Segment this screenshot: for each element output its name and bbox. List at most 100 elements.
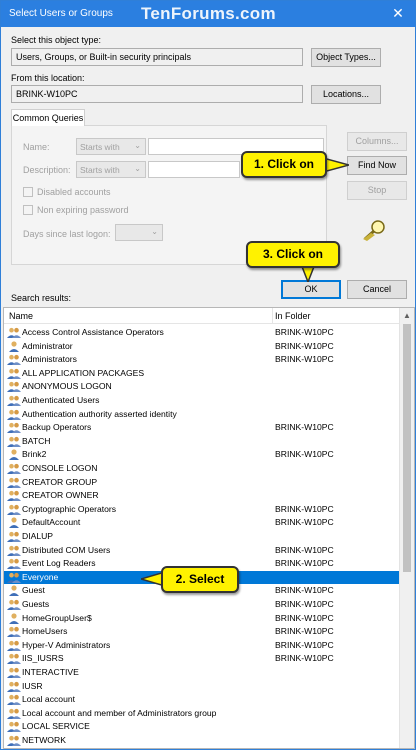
stop-button[interactable]: Stop <box>347 181 407 200</box>
list-item[interactable]: Backup Operators BRINK-W10PC <box>4 421 400 435</box>
row-name: BATCH <box>22 435 51 446</box>
days-since-logon-label: Days since last logon: <box>23 229 111 239</box>
list-item[interactable]: IUSR <box>4 680 400 694</box>
list-item[interactable]: DIALUP <box>4 530 400 544</box>
group-icon <box>7 721 21 733</box>
user-icon <box>7 340 21 352</box>
list-item[interactable]: Local account and member of Administrato… <box>4 707 400 721</box>
non-expiring-password-checkbox[interactable] <box>23 205 33 215</box>
list-item[interactable]: Cryptographic Operators BRINK-W10PC <box>4 503 400 517</box>
list-item[interactable]: Administrator BRINK-W10PC <box>4 340 400 354</box>
group-icon <box>7 531 21 542</box>
location-label: From this location: <box>11 73 85 83</box>
days-since-logon-select[interactable]: ⌄ <box>115 224 163 241</box>
list-item[interactable]: ALL APPLICATION PACKAGES <box>4 367 400 381</box>
description-input[interactable] <box>148 161 240 178</box>
row-name: LOCAL SERVICE <box>22 721 90 732</box>
callout-step2: 2. Select <box>161 566 239 593</box>
list-item[interactable]: DefaultAccount BRINK-W10PC <box>4 516 400 530</box>
find-now-button[interactable]: Find Now <box>347 156 407 175</box>
scrollbar-thumb[interactable] <box>403 324 411 572</box>
list-item[interactable]: Hyper-V Administrators BRINK-W10PC <box>4 639 400 653</box>
list-item[interactable]: INTERACTIVE <box>4 666 400 680</box>
list-item[interactable]: Authentication authority asserted identi… <box>4 408 400 422</box>
column-header-name[interactable]: Name <box>9 311 33 321</box>
group-icon <box>7 490 21 502</box>
list-item[interactable]: ANONYMOUS LOGON <box>4 380 400 394</box>
column-header-folder[interactable]: In Folder <box>275 311 311 321</box>
description-mode-select[interactable]: Starts with ⌄ <box>76 161 146 178</box>
chevron-down-icon: ⌄ <box>151 227 158 236</box>
list-item[interactable]: Guests BRINK-W10PC <box>4 598 400 612</box>
select-users-dialog: Select Users or Groups TenForums.com ✕ S… <box>0 0 416 750</box>
row-name: Authentication authority asserted identi… <box>22 408 177 419</box>
group-icon <box>7 599 21 610</box>
row-name: Local account <box>22 694 76 705</box>
group-icon <box>7 708 21 719</box>
group-icon <box>7 626 21 638</box>
row-name: DIALUP <box>22 531 54 541</box>
group-icon <box>7 422 21 434</box>
chevron-down-icon: ⌄ <box>134 141 141 150</box>
list-item[interactable]: BATCH <box>4 435 400 449</box>
row-name: IIS_IUSRS <box>22 653 64 664</box>
list-item[interactable]: Distributed COM Users BRINK-W10PC <box>4 544 400 558</box>
list-item[interactable]: Access Control Assistance Operators BRINK… <box>4 326 400 340</box>
row-name: Hyper-V Administrators <box>22 639 111 650</box>
tab-common-queries[interactable]: Common Queries <box>11 109 85 126</box>
list-item[interactable]: LOCAL SERVICE <box>4 720 400 734</box>
object-type-label: Select this object type: <box>11 35 102 45</box>
list-item[interactable]: NETWORK <box>4 734 400 748</box>
group-icon <box>7 653 21 665</box>
list-item[interactable]: CREATOR GROUP <box>4 476 400 490</box>
list-item[interactable]: Brink2 BRINK-W10PC <box>4 448 400 462</box>
locations-button[interactable]: Locations... <box>311 85 381 104</box>
ok-button[interactable]: OK <box>281 280 341 299</box>
callout-step1: 1. Click on <box>241 151 327 178</box>
column-divider[interactable] <box>272 308 273 324</box>
list-item[interactable]: CONSOLE LOGON <box>4 462 400 476</box>
user-icon <box>7 585 21 597</box>
list-item[interactable]: Administrators BRINK-W10PC <box>4 353 400 367</box>
row-name: Administrators <box>22 354 77 365</box>
row-folder: BRINK-W10PC <box>275 612 334 623</box>
description-mode-value: Starts with <box>80 165 120 175</box>
row-name: ALL APPLICATION PACKAGES <box>22 367 145 378</box>
list-item[interactable]: Authenticated Users <box>4 394 400 408</box>
object-types-button[interactable]: Object Types... <box>311 48 381 67</box>
search-results-list[interactable]: Name In Folder Access Control Assistance… <box>3 307 415 749</box>
scroll-up-icon[interactable]: ▲ <box>403 311 411 320</box>
list-item[interactable]: IIS_IUSRS BRINK-W10PC <box>4 652 400 666</box>
row-folder: BRINK-W10PC <box>275 354 334 365</box>
row-folder: BRINK-W10PC <box>275 422 334 433</box>
search-results-label: Search results: <box>11 293 72 303</box>
object-type-field: Users, Groups, or Built-in security prin… <box>11 48 303 66</box>
row-folder: BRINK-W10PC <box>275 639 334 650</box>
list-item[interactable]: CREATOR OWNER <box>4 489 400 503</box>
name-mode-value: Starts with <box>80 142 120 152</box>
row-folder: BRINK-W10PC <box>275 626 334 637</box>
name-label: Name: <box>23 142 50 152</box>
close-icon[interactable]: ✕ <box>381 1 415 27</box>
list-item[interactable]: HomeGroupUser$ BRINK-W10PC <box>4 612 400 626</box>
row-folder: BRINK-W10PC <box>275 503 334 514</box>
cancel-button[interactable]: Cancel <box>347 280 407 299</box>
list-item[interactable]: HomeUsers BRINK-W10PC <box>4 625 400 639</box>
group-icon <box>7 409 21 420</box>
group-icon <box>7 572 21 583</box>
disabled-accounts-checkbox[interactable] <box>23 187 33 197</box>
row-folder: BRINK-W10PC <box>275 585 334 596</box>
non-expiring-password-label: Non expiring password <box>37 205 129 215</box>
name-mode-select[interactable]: Starts with ⌄ <box>76 138 146 155</box>
list-item[interactable]: Local account <box>4 693 400 707</box>
row-folder: BRINK-W10PC <box>275 558 334 569</box>
vertical-scrollbar[interactable]: ▲ <box>399 308 414 748</box>
group-icon <box>7 735 21 746</box>
group-icon <box>7 463 21 474</box>
location-field: BRINK-W10PC <box>11 85 303 103</box>
group-icon <box>7 477 21 488</box>
group-icon <box>7 558 21 570</box>
user-icon <box>7 612 21 624</box>
user-icon <box>7 449 21 461</box>
columns-button[interactable]: Columns... <box>347 132 407 151</box>
